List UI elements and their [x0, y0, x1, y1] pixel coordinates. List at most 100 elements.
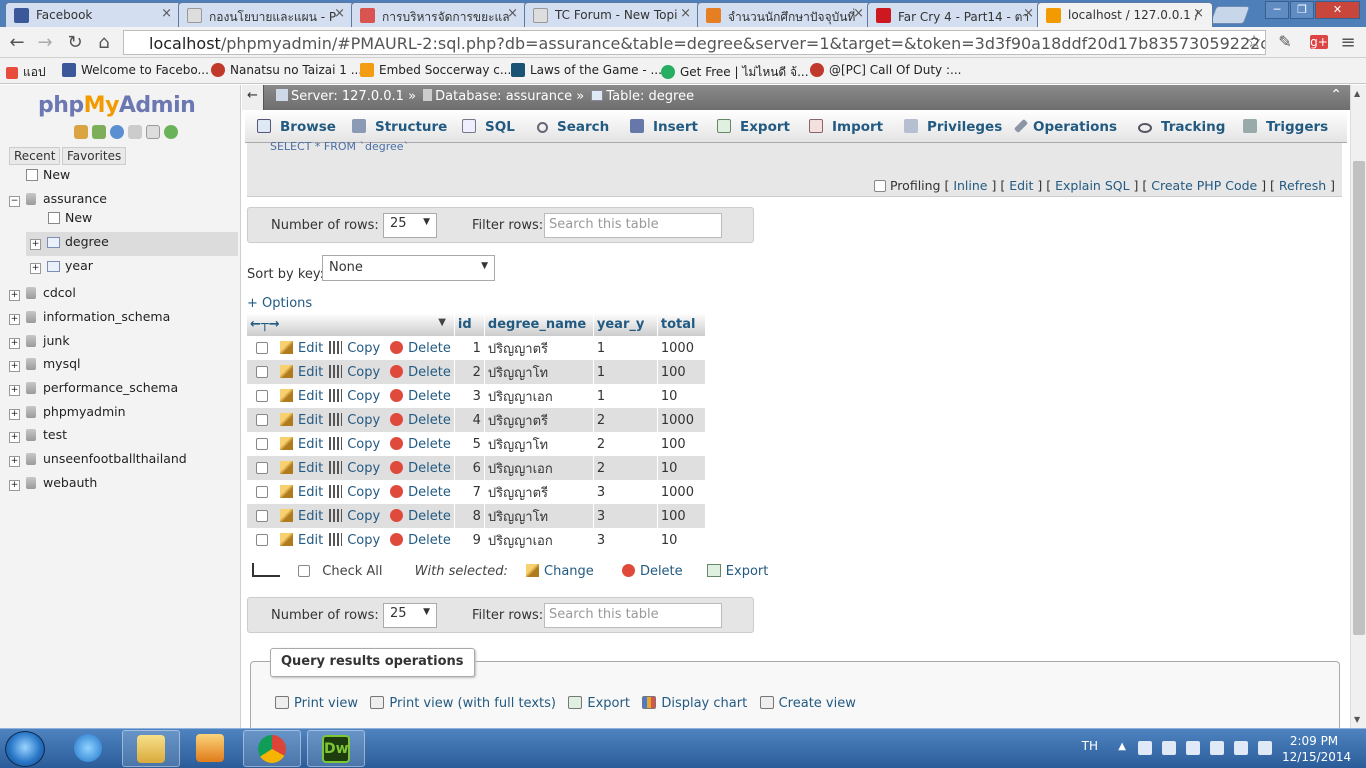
copy-button[interactable]: Copy: [329, 412, 380, 428]
table-row[interactable]: Edit Copy Delete 8 ปริญญาโท 3 100: [247, 504, 706, 528]
start-button[interactable]: [5, 731, 45, 767]
maximize-button[interactable]: ❐: [1290, 1, 1314, 19]
browser-tab[interactable]: Facebook ×: [5, 2, 181, 27]
rows-select[interactable]: 25 ▼: [383, 603, 437, 628]
row-checkbox[interactable]: [256, 485, 268, 498]
table-row[interactable]: Edit Copy Delete 1 ปริญญาตรี 1 1000: [247, 336, 706, 360]
tree-item-database[interactable]: + performance_schema: [9, 380, 178, 396]
export-selected-button[interactable]: Export: [706, 564, 768, 579]
tab-browse[interactable]: Browse: [257, 119, 336, 135]
cell-year-y[interactable]: 2: [593, 408, 658, 432]
browser-tab[interactable]: จำนวนนักศึกษาปัจจุบันที่ ×: [697, 2, 873, 27]
expand-icon[interactable]: +: [9, 409, 20, 420]
bookmark-item[interactable]: @[PC] Call Of Duty :...: [810, 63, 961, 77]
display-chart-link[interactable]: Display chart: [642, 696, 747, 711]
cell-degree-name[interactable]: ปริญญาโท: [484, 360, 594, 384]
delete-button[interactable]: Delete: [390, 532, 451, 548]
cell-total[interactable]: 10: [657, 528, 706, 552]
cell-year-y[interactable]: 3: [593, 504, 658, 528]
copy-button[interactable]: Copy: [329, 508, 380, 524]
close-icon[interactable]: ×: [853, 6, 864, 21]
bookmark-item[interactable]: Welcome to Facebo...: [62, 63, 209, 77]
check-all-label[interactable]: Check All: [322, 564, 382, 579]
browser-tab[interactable]: กองนโยบายและแผน - P ×: [178, 2, 354, 27]
bookmark-item[interactable]: Laws of the Game - ...: [511, 63, 662, 77]
tab-triggers[interactable]: Triggers: [1243, 119, 1328, 135]
expand-icon[interactable]: +: [9, 338, 20, 349]
url-input[interactable]: localhost/phpmyadmin/#PMAURL-2:sql.php?d…: [123, 30, 1266, 55]
tab-search[interactable]: Search: [537, 119, 609, 135]
create-php-code-link[interactable]: Create PHP Code: [1151, 178, 1257, 193]
column-header-id[interactable]: id: [454, 313, 485, 336]
bookmark-item[interactable]: Get Free | ไม่ไหนดี จ้...: [661, 63, 809, 82]
delete-button[interactable]: Delete: [390, 460, 451, 476]
column-arrows-icon[interactable]: ←┬→: [250, 317, 280, 332]
edit-button[interactable]: Edit: [280, 364, 323, 380]
row-checkbox[interactable]: [256, 413, 268, 426]
tree-item-database[interactable]: + test: [9, 427, 67, 443]
table-row[interactable]: Edit Copy Delete 3 ปริญญาเอก 1 10: [247, 384, 706, 408]
close-icon[interactable]: ×: [507, 6, 518, 21]
copy-button[interactable]: Copy: [329, 484, 380, 500]
vertical-scrollbar[interactable]: ▲ ▼: [1350, 85, 1366, 728]
cell-degree-name[interactable]: ปริญญาโท: [484, 432, 594, 456]
cell-degree-name[interactable]: ปริญญาตรี: [484, 480, 594, 504]
row-checkbox[interactable]: [256, 437, 268, 450]
delete-button[interactable]: Delete: [390, 388, 451, 404]
edit-button[interactable]: Edit: [280, 388, 323, 404]
cell-year-y[interactable]: 3: [593, 528, 658, 552]
favorites-button[interactable]: Favorites: [62, 147, 127, 165]
expand-icon[interactable]: +: [9, 290, 20, 301]
new-tab-button[interactable]: [1209, 6, 1251, 24]
cell-id[interactable]: 7: [454, 480, 485, 504]
taskbar-explorer[interactable]: [122, 730, 180, 767]
cell-id[interactable]: 5: [454, 432, 485, 456]
cell-id[interactable]: 4: [454, 408, 485, 432]
row-checkbox[interactable]: [256, 533, 268, 546]
copy-button[interactable]: Copy: [329, 460, 380, 476]
explain-sql-link[interactable]: Explain SQL: [1055, 178, 1129, 193]
tree-item-database[interactable]: + phpmyadmin: [9, 404, 126, 420]
sql-query-text[interactable]: SELECT * FROM `degree`: [270, 140, 409, 153]
tab-insert[interactable]: Insert: [630, 119, 698, 135]
taskbar-chrome[interactable]: [243, 730, 301, 767]
table-row[interactable]: Edit Copy Delete 7 ปริญญาตรี 3 1000: [247, 480, 706, 504]
exit-icon[interactable]: [92, 125, 106, 139]
menu-icon[interactable]: ≡: [1337, 32, 1359, 53]
cell-degree-name[interactable]: ปริญญาตรี: [484, 336, 594, 360]
breadcrumb-server[interactable]: Server: 127.0.0.1: [291, 89, 404, 104]
expand-icon[interactable]: +: [9, 385, 20, 396]
browser-tab[interactable]: Far Cry 4 - Part14 - ตา ×: [867, 2, 1043, 27]
cell-id[interactable]: 3: [454, 384, 485, 408]
cell-degree-name[interactable]: ปริญญาเอก: [484, 384, 594, 408]
filter-rows-input[interactable]: Search this table: [544, 213, 722, 238]
tab-sql[interactable]: SQL: [462, 119, 515, 135]
tree-item-database[interactable]: + junk: [9, 333, 70, 349]
cell-id[interactable]: 1: [454, 336, 485, 360]
tray-app-icon[interactable]: [1210, 741, 1224, 755]
tree-item-new[interactable]: New: [26, 167, 70, 182]
cell-year-y[interactable]: 1: [593, 360, 658, 384]
delete-button[interactable]: Delete: [390, 436, 451, 452]
bookmark-item[interactable]: Nanatsu no Taizai 1 ...: [211, 63, 362, 77]
row-checkbox[interactable]: [256, 509, 268, 522]
tree-item-degree[interactable]: + degree: [30, 234, 109, 250]
tray-expand-icon[interactable]: ▲: [1118, 741, 1126, 752]
breadcrumb-database[interactable]: Database: assurance: [435, 89, 572, 104]
delete-button[interactable]: Delete: [390, 340, 451, 356]
cell-id[interactable]: 6: [454, 456, 485, 480]
delete-button[interactable]: Delete: [390, 364, 451, 380]
tab-operations[interactable]: Operations: [1013, 118, 1117, 135]
close-icon[interactable]: ×: [1023, 6, 1034, 21]
cell-total[interactable]: 10: [657, 384, 706, 408]
tab-privileges[interactable]: Privileges: [904, 119, 1002, 135]
recent-button[interactable]: Recent: [9, 147, 61, 165]
expand-icon[interactable]: +: [9, 314, 20, 325]
edit-button[interactable]: Edit: [280, 412, 323, 428]
copy-button[interactable]: Copy: [329, 436, 380, 452]
close-icon[interactable]: ×: [161, 6, 172, 21]
settings-icon[interactable]: [146, 125, 160, 139]
tray-app-icon[interactable]: [1138, 741, 1152, 755]
cell-id[interactable]: 8: [454, 504, 485, 528]
row-checkbox[interactable]: [256, 341, 268, 354]
